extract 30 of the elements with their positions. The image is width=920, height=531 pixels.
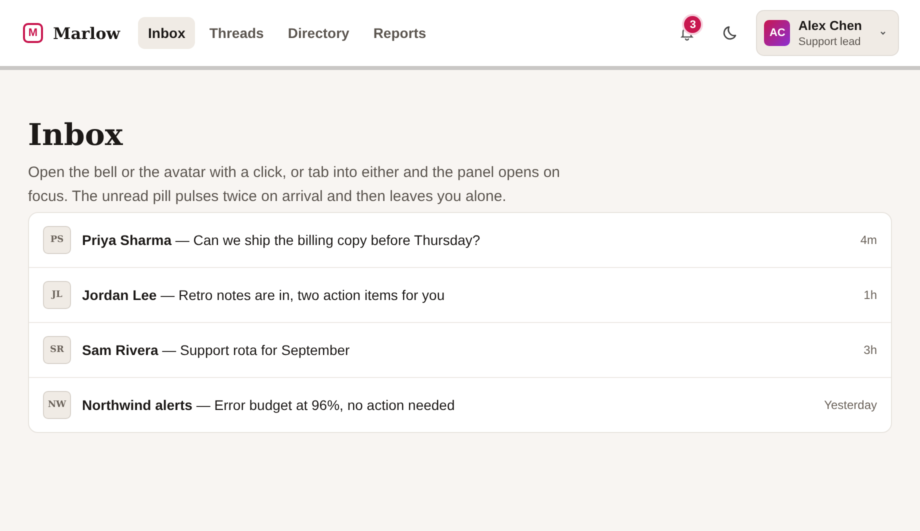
message-time: 4m bbox=[860, 233, 877, 247]
brand-name: Marlow bbox=[53, 24, 120, 42]
user-menu-button[interactable]: AC Alex Chen Support lead bbox=[756, 10, 899, 56]
message-row[interactable]: NW Northwind alerts — Error budget at 96%, no action needed Yesterday bbox=[29, 377, 891, 432]
nav-tab[interactable]: Directory bbox=[278, 17, 360, 49]
message-text: Priya Sharma — Can we ship the billing copy before Thursday? bbox=[82, 232, 482, 248]
message-time: 3h bbox=[864, 343, 877, 357]
page-description: Open the bell or the avatar with a click, or tab into either and the panel opens on focus. The unread pill pulses twice on arrival and then leaves you alone. bbox=[28, 163, 562, 207]
sender-avatar: NW bbox=[43, 391, 71, 419]
avatar: AC bbox=[764, 20, 790, 46]
sender-avatar: JL bbox=[43, 281, 71, 309]
user-role: Support lead bbox=[798, 36, 861, 48]
sender-avatar: SR bbox=[43, 336, 71, 364]
page-title: Inbox bbox=[28, 118, 124, 153]
nav-tab[interactable]: Inbox bbox=[138, 17, 196, 49]
nav-tab[interactable]: Threads bbox=[199, 17, 274, 49]
message-text: Sam Rivera — Support rota for September bbox=[82, 342, 351, 358]
logo-icon: M bbox=[23, 23, 43, 43]
unread-count: 3 bbox=[684, 16, 702, 33]
notification-button[interactable]: 3 bbox=[672, 18, 702, 48]
user-name: Alex Chen bbox=[798, 18, 862, 33]
message-text: Northwind alerts — Error budget at 96%, no action needed bbox=[82, 397, 456, 413]
message-row[interactable]: SR Sam Rivera — Support rota for September 3h bbox=[29, 322, 891, 377]
message-time: 1h bbox=[864, 288, 877, 302]
message-row[interactable]: PS Priya Sharma — Can we ship the billing copy before Thursday? 4m bbox=[29, 213, 891, 267]
sender-avatar: PS bbox=[43, 226, 71, 254]
message-time: Yesterday bbox=[824, 398, 877, 412]
message-row[interactable]: JL Jordan Lee — Retro notes are in, two action items for you 1h bbox=[29, 267, 891, 322]
nav-tab[interactable]: Reports bbox=[363, 17, 436, 49]
message-text: Jordan Lee — Retro notes are in, two action items for you bbox=[82, 287, 446, 303]
